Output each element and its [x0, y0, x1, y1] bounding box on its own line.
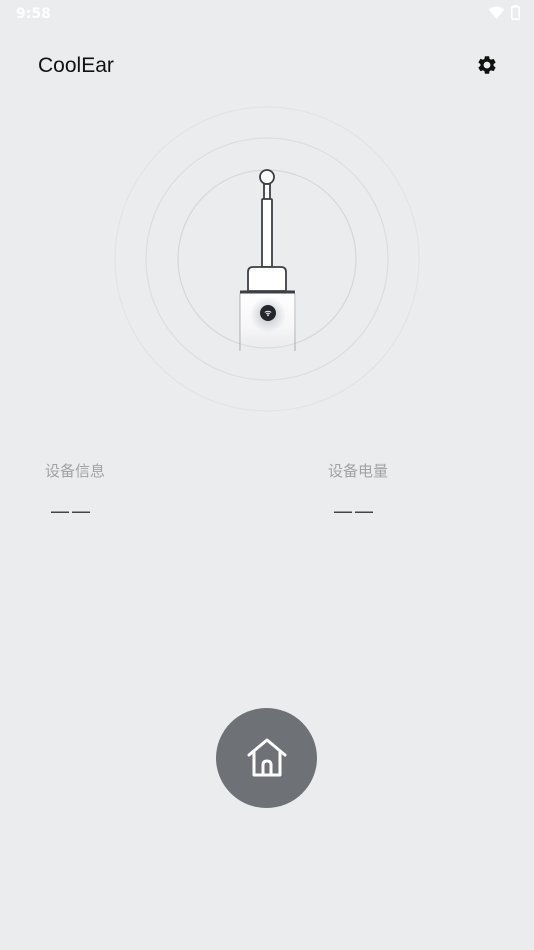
device-info-section: 设备信息 ——: [45, 460, 105, 523]
gear-icon: [478, 56, 496, 74]
status-icons: [488, 5, 520, 20]
wifi-icon: [488, 6, 505, 19]
device-info-value: ——: [50, 499, 92, 523]
device-illustration: [112, 104, 422, 414]
battery-section: 设备电量 ——: [328, 460, 388, 523]
settings-button[interactable]: [476, 54, 498, 76]
battery-icon: [511, 5, 520, 20]
device-info-label: 设备信息: [45, 462, 106, 480]
app-title: CoolEar: [38, 54, 114, 77]
otoscope-device: [114, 106, 420, 412]
battery-value: ——: [333, 499, 375, 523]
home-button[interactable]: [216, 708, 317, 808]
status-time: 9:58: [16, 6, 51, 22]
home-icon: [247, 738, 286, 777]
status-bar: 9:58: [0, 0, 534, 28]
battery-label: 设备电量: [328, 462, 389, 480]
